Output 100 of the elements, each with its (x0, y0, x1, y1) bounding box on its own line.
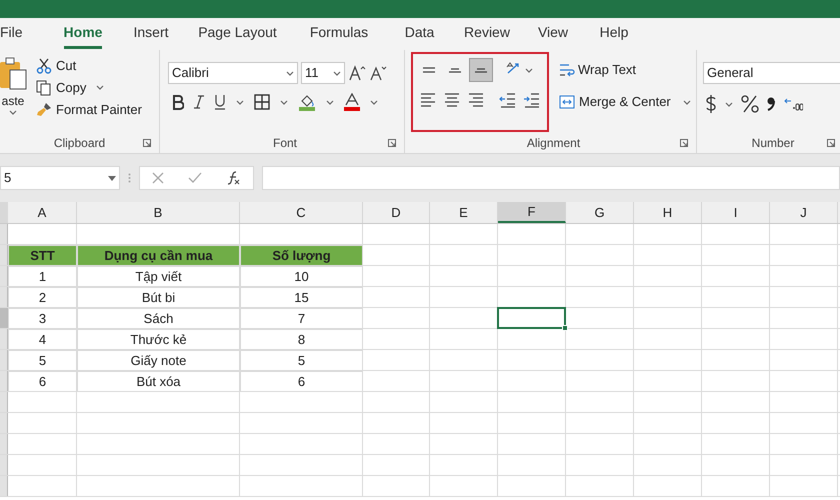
row-header[interactable] (0, 350, 8, 370)
font-name-dropdown[interactable]: Calibri (168, 62, 298, 84)
wrap-text-button[interactable]: Wrap Text (559, 60, 691, 80)
table-cell: 2 (8, 287, 77, 308)
cancel-icon (152, 172, 164, 184)
dialog-launcher-icon (827, 139, 835, 147)
row-header[interactable] (0, 392, 8, 412)
caret-icon (682, 100, 691, 104)
formula-input-field[interactable] (262, 166, 840, 190)
column-header[interactable]: J (770, 202, 838, 223)
table-cell: 6 (8, 371, 77, 392)
column-header[interactable]: I (702, 202, 770, 223)
row-header[interactable] (0, 434, 8, 454)
wrap-text-icon (559, 62, 575, 78)
group-label: Clipboard (54, 135, 106, 152)
row-header[interactable] (0, 476, 8, 496)
grow-font-icon (348, 64, 366, 82)
caret-icon (280, 100, 288, 104)
column-header[interactable]: B (77, 202, 240, 223)
number-format-dropdown[interactable]: General (703, 62, 840, 84)
function-icon (226, 171, 241, 185)
column-header[interactable]: C (240, 202, 363, 223)
table-cell: Bút xóa (77, 371, 240, 392)
row-header[interactable] (0, 266, 8, 286)
table-cell: Sách (77, 308, 240, 329)
table-cell: 6 (240, 371, 363, 392)
row-header[interactable] (0, 455, 8, 475)
table-cell: 3 (8, 308, 77, 329)
font-size-dropdown[interactable]: 11 (301, 62, 345, 84)
ribbon-tab[interactable]: Review (452, 22, 522, 50)
table-cell: Số lượng (240, 245, 363, 266)
selected-cell[interactable] (497, 307, 566, 329)
group-label: Number (752, 135, 794, 152)
left-align-icon (421, 93, 435, 107)
caret-icon (9, 110, 17, 115)
borders-icon (254, 94, 270, 110)
ribbon-tab[interactable]: Page Layout (184, 22, 291, 50)
shrink-font-icon (369, 64, 387, 82)
ribbon-tab[interactable]: Data (387, 22, 452, 50)
table-cell: Tập viết (77, 266, 240, 287)
dropdown-arrow-icon (108, 176, 116, 180)
caret-icon (286, 70, 294, 76)
row-header[interactable] (0, 245, 8, 265)
scissors-icon (36, 58, 52, 74)
row-header[interactable] (0, 371, 8, 391)
fill-color-icon (298, 93, 316, 111)
right-align-icon (469, 93, 483, 107)
caret-icon (370, 100, 378, 104)
caret-icon (236, 100, 244, 104)
column-header[interactable]: H (634, 202, 702, 223)
ribbon-tab[interactable]: Formulas (291, 22, 387, 50)
table-cell: 10 (240, 266, 363, 287)
increase-indent-icon (523, 91, 541, 109)
column-header[interactable]: F (498, 202, 566, 223)
table-cell: 5 (8, 350, 77, 371)
caret-icon (326, 100, 334, 104)
ribbon-tab[interactable]: Insert (118, 22, 184, 50)
copy-button[interactable]: Copy (36, 78, 142, 97)
column-header[interactable]: G (566, 202, 634, 223)
row-header[interactable] (0, 224, 8, 244)
underline-icon (214, 94, 226, 110)
select-all-corner[interactable] (0, 202, 8, 223)
cut-button[interactable]: Cut (36, 56, 142, 75)
grip-icon (128, 173, 131, 183)
table-cell: STT (8, 245, 77, 266)
table-cell: 7 (240, 308, 363, 329)
paintbrush-icon (36, 102, 52, 118)
column-header[interactable]: A (8, 202, 77, 223)
table-cell: 5 (240, 350, 363, 371)
format-painter-button[interactable]: Format Painter (36, 100, 142, 119)
table-cell: Giấy note (77, 350, 240, 371)
bold-icon (172, 94, 184, 110)
name-box[interactable]: 5 (0, 166, 120, 190)
row-header[interactable] (0, 287, 8, 307)
fill-handle[interactable] (562, 325, 568, 331)
row-header[interactable] (0, 329, 8, 349)
paste-button[interactable]: aste (0, 50, 30, 133)
ribbon-tab[interactable]: Help (584, 22, 644, 50)
merge-center-button[interactable]: Merge & Center (559, 92, 691, 112)
comma-style-icon (767, 97, 775, 111)
bottom-align-button[interactable] (469, 58, 493, 82)
table-cell: Dụng cụ cần mua (77, 245, 240, 266)
ribbon-tab[interactable]: File (0, 22, 48, 50)
table-cell: 15 (240, 287, 363, 308)
merge-cells-icon (559, 94, 575, 110)
decrease-indent-icon (499, 91, 517, 109)
italic-icon (194, 94, 204, 110)
ribbon-tab[interactable]: View (522, 22, 584, 50)
table-cell: Bút bi (77, 287, 240, 308)
dialog-launcher-icon (388, 139, 396, 147)
row-header[interactable] (0, 413, 8, 433)
row-header[interactable] (0, 308, 8, 328)
group-label: Font (272, 135, 297, 152)
font-color-icon (344, 93, 360, 111)
check-icon (188, 172, 202, 184)
dialog-launcher-icon (680, 139, 688, 147)
copy-icon (36, 80, 52, 96)
caret-icon (525, 68, 533, 72)
column-header[interactable]: D (363, 202, 430, 223)
table-cell: Thước kẻ (77, 329, 240, 350)
